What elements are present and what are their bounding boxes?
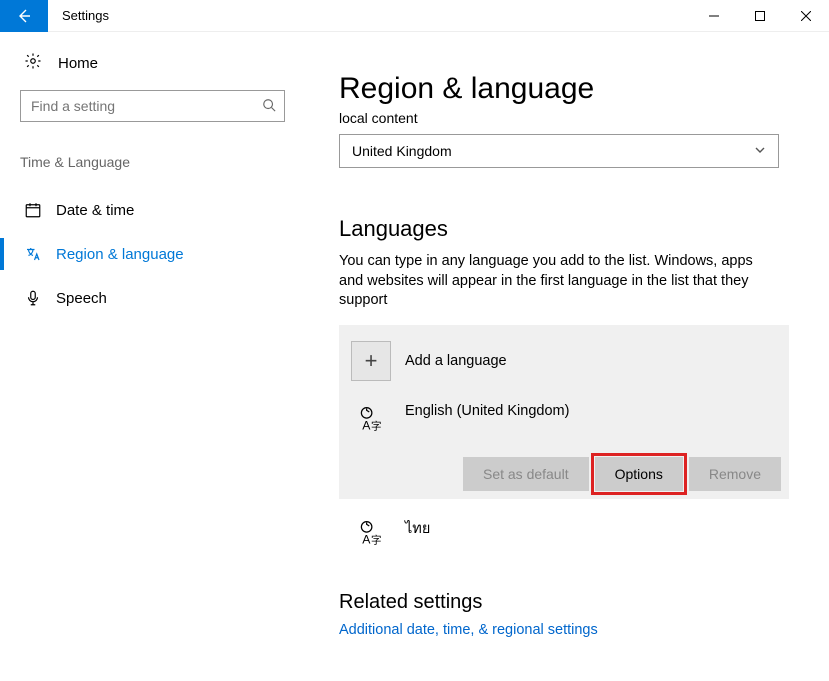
related-settings-heading: Related settings bbox=[339, 591, 789, 614]
remove-button[interactable]: Remove bbox=[689, 457, 781, 491]
sidebar-item-region-language[interactable]: Region & language bbox=[20, 232, 285, 276]
close-icon bbox=[801, 11, 811, 21]
page-title: Region & language bbox=[339, 72, 789, 106]
window-title: Settings bbox=[48, 0, 109, 32]
language-icon bbox=[24, 245, 42, 263]
sidebar: Home Time & Language Date & time Region … bbox=[0, 32, 305, 681]
svg-text:A: A bbox=[362, 532, 371, 546]
language-row-thai[interactable]: A 字 ไทย bbox=[339, 517, 789, 547]
minimize-button[interactable] bbox=[691, 0, 737, 32]
home-button[interactable]: Home bbox=[20, 52, 285, 74]
back-button[interactable] bbox=[0, 0, 48, 32]
category-header: Time & Language bbox=[20, 154, 285, 170]
local-content-label: local content bbox=[339, 110, 789, 126]
svg-text:字: 字 bbox=[371, 419, 382, 432]
language-actions: Set as default Options Remove bbox=[347, 457, 781, 491]
languages-panel: + Add a language A 字 English (United Kin… bbox=[339, 325, 789, 499]
search-input[interactable] bbox=[29, 97, 262, 115]
clock-icon bbox=[24, 201, 42, 219]
options-button[interactable]: Options bbox=[595, 457, 683, 491]
language-glyph-icon: A 字 bbox=[351, 517, 391, 547]
set-default-button[interactable]: Set as default bbox=[463, 457, 589, 491]
close-button[interactable] bbox=[783, 0, 829, 32]
svg-text:A: A bbox=[362, 418, 371, 432]
language-glyph-icon: A 字 bbox=[351, 403, 391, 433]
sidebar-item-label: Speech bbox=[56, 290, 107, 307]
maximize-icon bbox=[755, 11, 765, 21]
search-icon bbox=[262, 98, 276, 115]
language-name: English (United Kingdom) bbox=[405, 403, 569, 419]
languages-heading: Languages bbox=[339, 216, 789, 242]
titlebar: Settings bbox=[0, 0, 829, 32]
search-box[interactable] bbox=[20, 90, 285, 122]
sidebar-item-label: Region & language bbox=[56, 246, 184, 263]
local-content-dropdown[interactable]: United Kingdom bbox=[339, 134, 779, 168]
maximize-button[interactable] bbox=[737, 0, 783, 32]
gear-icon bbox=[24, 52, 42, 74]
languages-description: You can type in any language you add to … bbox=[339, 252, 779, 311]
add-language-button[interactable]: + bbox=[351, 341, 391, 381]
language-row-selected[interactable]: A 字 English (United Kingdom) bbox=[347, 395, 781, 441]
home-label: Home bbox=[58, 55, 98, 72]
minimize-icon bbox=[709, 11, 719, 21]
add-language-row[interactable]: + Add a language bbox=[347, 333, 781, 395]
language-name: ไทย bbox=[405, 517, 430, 540]
additional-settings-link[interactable]: Additional date, time, & regional settin… bbox=[339, 622, 789, 638]
svg-text:字: 字 bbox=[371, 533, 382, 546]
sidebar-item-date-time[interactable]: Date & time bbox=[20, 188, 285, 232]
main-content: Region & language local content United K… bbox=[305, 32, 829, 681]
microphone-icon bbox=[24, 289, 42, 307]
add-language-label: Add a language bbox=[405, 353, 507, 369]
sidebar-item-speech[interactable]: Speech bbox=[20, 276, 285, 320]
dropdown-value: United Kingdom bbox=[352, 143, 452, 159]
plus-icon: + bbox=[365, 348, 378, 374]
chevron-down-icon bbox=[754, 143, 766, 159]
sidebar-item-label: Date & time bbox=[56, 202, 134, 219]
back-arrow-icon bbox=[16, 8, 32, 24]
